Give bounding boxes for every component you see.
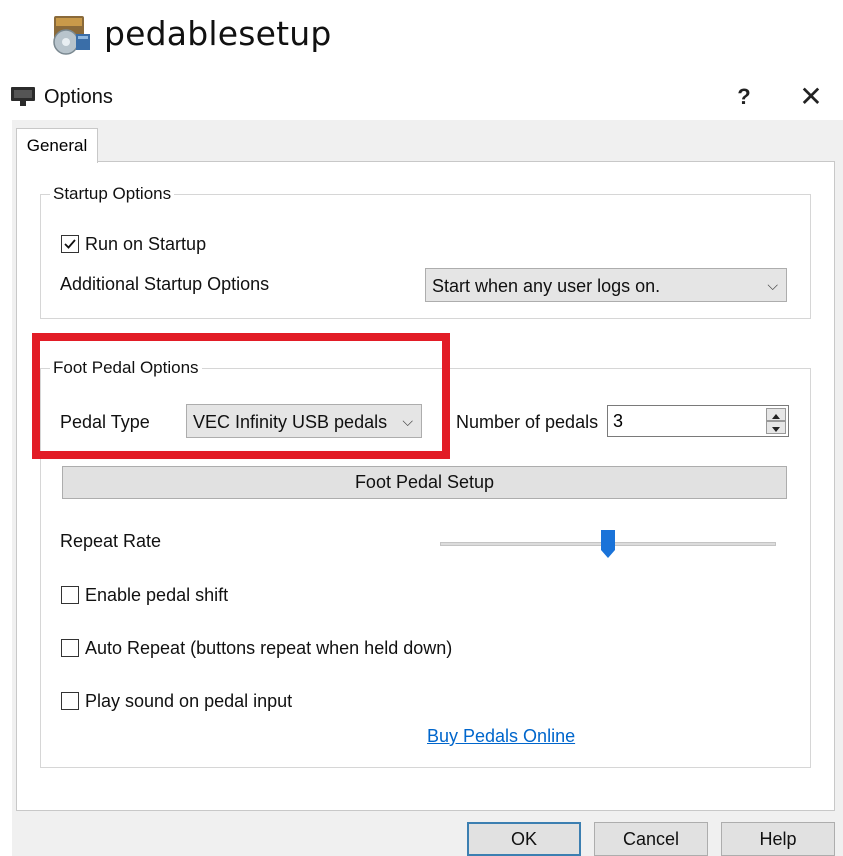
cancel-button[interactable]: Cancel (594, 822, 708, 856)
auto-repeat-label: Auto Repeat (buttons repeat when held do… (85, 638, 453, 658)
tab-general[interactable]: General (16, 128, 98, 163)
enable-pedal-shift-label: Enable pedal shift (85, 585, 229, 605)
additional-startup-select[interactable]: Start when any user logs on. ⌵ (425, 268, 787, 302)
ok-button[interactable]: OK (467, 822, 581, 856)
foot-pedal-options-title: Foot Pedal Options (50, 358, 202, 378)
auto-repeat-checkbox[interactable] (61, 639, 79, 657)
arrow-down-icon (772, 427, 780, 432)
help-question-button[interactable]: ? (732, 84, 756, 110)
options-window-icon (10, 86, 38, 108)
repeat-rate-slider[interactable] (440, 530, 776, 558)
chevron-down-icon: ⌵ (767, 278, 778, 294)
buy-pedals-online-link[interactable]: Buy Pedals Online (427, 726, 575, 747)
additional-startup-label: Additional Startup Options (60, 274, 270, 294)
chevron-down-icon: ⌵ (402, 414, 413, 430)
run-on-startup-label: Run on Startup (85, 234, 207, 254)
number-of-pedals-value[interactable]: 3 (613, 411, 623, 432)
enable-pedal-shift-checkbox[interactable] (61, 586, 79, 604)
app-package-icon (48, 12, 94, 56)
startup-options-title: Startup Options (50, 184, 175, 204)
help-button[interactable]: Help (721, 822, 835, 856)
run-on-startup-checkbox[interactable] (61, 235, 79, 253)
play-sound-checkbox[interactable] (61, 692, 79, 710)
number-of-pedals-stepper[interactable]: 3 (607, 405, 789, 437)
pedal-type-value: VEC Infinity USB pedals (193, 412, 388, 432)
foot-pedal-setup-button[interactable]: Foot Pedal Setup (62, 466, 787, 499)
additional-startup-value: Start when any user logs on. (432, 276, 661, 296)
app-name: pedablesetup (104, 14, 332, 53)
number-of-pedals-label: Number of pedals (456, 412, 599, 432)
repeat-rate-label: Repeat Rate (60, 531, 162, 551)
close-button[interactable]: ✕ (796, 80, 826, 113)
dialog-title: Options (44, 86, 113, 108)
play-sound-label: Play sound on pedal input (85, 691, 293, 711)
spin-down-button[interactable] (766, 421, 786, 434)
slider-thumb[interactable] (601, 530, 615, 558)
spin-up-button[interactable] (766, 408, 786, 421)
pedal-type-select[interactable]: VEC Infinity USB pedals ⌵ (186, 404, 422, 438)
pedal-type-label: Pedal Type (60, 412, 150, 432)
